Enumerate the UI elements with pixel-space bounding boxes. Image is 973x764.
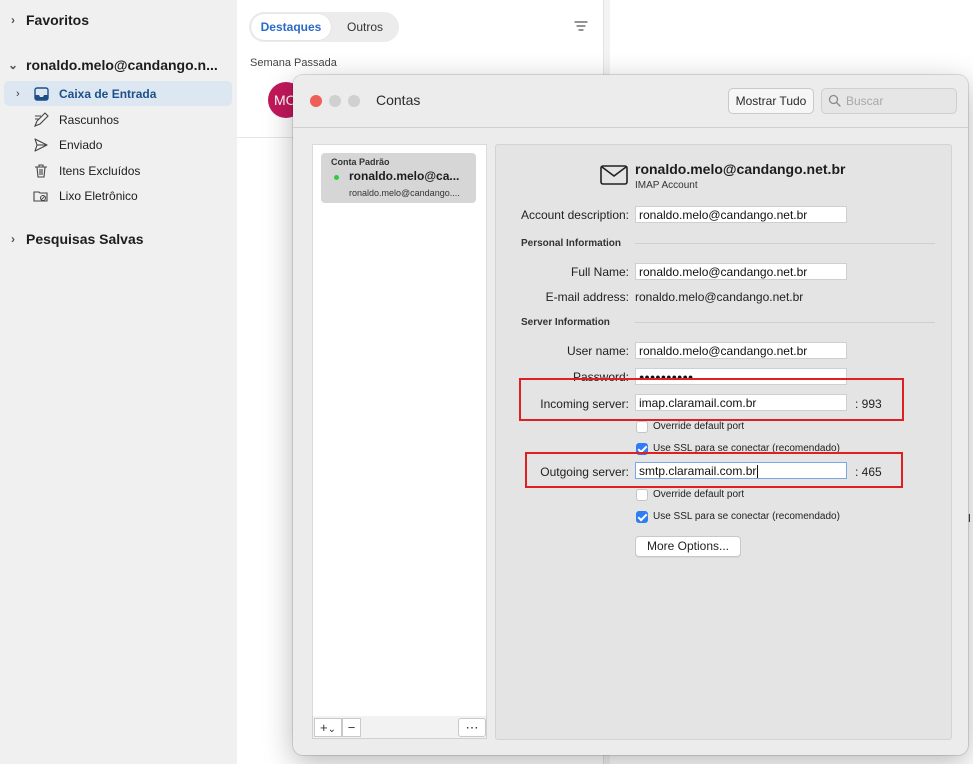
more-icon: ⋯	[465, 720, 479, 735]
tab-focused[interactable]: Destaques	[251, 14, 331, 40]
group-header: Semana Passada	[250, 57, 337, 69]
close-window-button[interactable]	[310, 95, 322, 107]
more-options-button[interactable]: More Options...	[635, 536, 741, 557]
add-account-button[interactable]: +⌄	[314, 718, 342, 737]
more-actions-button[interactable]: ⋯	[458, 718, 486, 737]
sidebar-item-sent[interactable]: Enviado	[0, 132, 232, 157]
divider	[635, 322, 935, 323]
sidebar-item-inbox[interactable]: › Caixa de Entrada	[4, 81, 232, 106]
incoming-override-port-checkbox[interactable]	[636, 421, 648, 433]
outgoing-ssl-label: Use SSL para se conectar (recomendado)	[653, 511, 840, 522]
tab-other[interactable]: Outros	[347, 12, 383, 42]
chevron-down-icon: ⌄	[327, 724, 336, 735]
chevron-right-icon[interactable]: ›	[16, 88, 20, 100]
favorites-group[interactable]: › Favoritos	[0, 12, 89, 28]
outgoing-override-port-label: Override default port	[653, 489, 745, 500]
sidebar: › Favoritos ⌄ ronaldo.melo@candango.n...…	[0, 0, 237, 764]
search-placeholder: Buscar	[846, 94, 884, 108]
minimize-window-button[interactable]	[329, 95, 341, 107]
account-email: ronaldo.melo@candango....	[349, 188, 460, 198]
default-account-header: Conta Padrão	[331, 157, 390, 167]
remove-account-button[interactable]: −	[342, 718, 361, 737]
show-all-button[interactable]: Mostrar Tudo	[728, 88, 814, 114]
chevron-right-icon[interactable]: ›	[0, 232, 26, 246]
email-address-value: ronaldo.melo@candango.net.br	[635, 290, 804, 304]
favorites-label: Favoritos	[26, 12, 90, 28]
sidebar-item-label: Rascunhos	[59, 112, 120, 127]
sidebar-item-label: Lixo Eletrônico	[59, 188, 138, 203]
dialog-title: Contas	[376, 92, 421, 108]
minus-icon: −	[347, 720, 356, 735]
inbox-icon	[33, 86, 49, 102]
saved-searches-label: Pesquisas Salvas	[26, 231, 144, 247]
online-status-icon	[334, 175, 339, 180]
account-type: IMAP Account	[635, 180, 698, 191]
personal-info-header: Personal Information	[521, 238, 622, 249]
saved-searches-group[interactable]: › Pesquisas Salvas	[0, 231, 144, 247]
outgoing-ssl-checkbox[interactable]	[636, 511, 648, 523]
outgoing-override-port-checkbox[interactable]	[636, 489, 648, 501]
server-info-header: Server Information	[521, 317, 610, 328]
sidebar-item-junk[interactable]: Lixo Eletrônico	[0, 183, 232, 208]
full-name-field[interactable]: ronaldo.melo@candango.net.br	[635, 263, 847, 280]
incoming-server-highlight	[519, 378, 904, 421]
outgoing-server-highlight	[525, 452, 903, 488]
user-name-label: User name:	[566, 344, 629, 358]
account-detail-panel: ronaldo.melo@candango.net.br IMAP Accoun…	[495, 144, 952, 740]
user-name-field[interactable]: ronaldo.melo@candango.net.br	[635, 342, 847, 359]
account-list-item[interactable]: Conta Padrão ronaldo.melo@ca... ronaldo.…	[321, 153, 476, 203]
plus-icon: +	[320, 720, 328, 735]
sidebar-item-drafts[interactable]: Rascunhos	[0, 107, 232, 132]
chevron-down-icon[interactable]: ⌄	[0, 58, 26, 72]
full-name-label: Full Name:	[570, 265, 629, 279]
account-description-label: Account description:	[520, 208, 629, 222]
dialog-titlebar: Contas Mostrar Tudo Buscar	[293, 75, 968, 128]
search-icon	[828, 94, 841, 110]
filter-icon[interactable]	[574, 20, 588, 35]
account-description-field[interactable]: ronaldo.melo@candango.net.br	[635, 206, 847, 223]
envelope-icon	[600, 165, 628, 188]
account-title: ronaldo.melo@candango.net.br	[635, 161, 846, 177]
inbox-segmented-control: Destaques Outros	[249, 12, 399, 42]
sidebar-item-label: Enviado	[59, 137, 103, 152]
chevron-right-icon[interactable]: ›	[0, 13, 26, 27]
trash-icon	[33, 163, 49, 179]
sidebar-item-label: Caixa de Entrada	[59, 86, 157, 101]
sent-icon	[33, 137, 49, 153]
sidebar-item-label: Itens Excluídos	[59, 163, 141, 178]
draft-icon	[33, 111, 49, 128]
search-field[interactable]: Buscar	[821, 88, 957, 114]
account-name: ronaldo.melo@ca...	[349, 169, 460, 183]
account-list-toolbar: +⌄ − ⋯	[312, 716, 487, 739]
incoming-override-port-label: Override default port	[653, 421, 745, 432]
account-label: ronaldo.melo@candango.n...	[26, 57, 218, 73]
account-list: Conta Padrão ronaldo.melo@ca... ronaldo.…	[312, 144, 487, 718]
zoom-window-button[interactable]	[348, 95, 360, 107]
divider	[635, 243, 935, 244]
sidebar-item-deleted[interactable]: Itens Excluídos	[0, 158, 232, 183]
email-address-label: E-mail address:	[545, 290, 629, 304]
account-group[interactable]: ⌄ ronaldo.melo@candango.n...	[0, 57, 218, 73]
junk-folder-icon	[33, 188, 49, 204]
